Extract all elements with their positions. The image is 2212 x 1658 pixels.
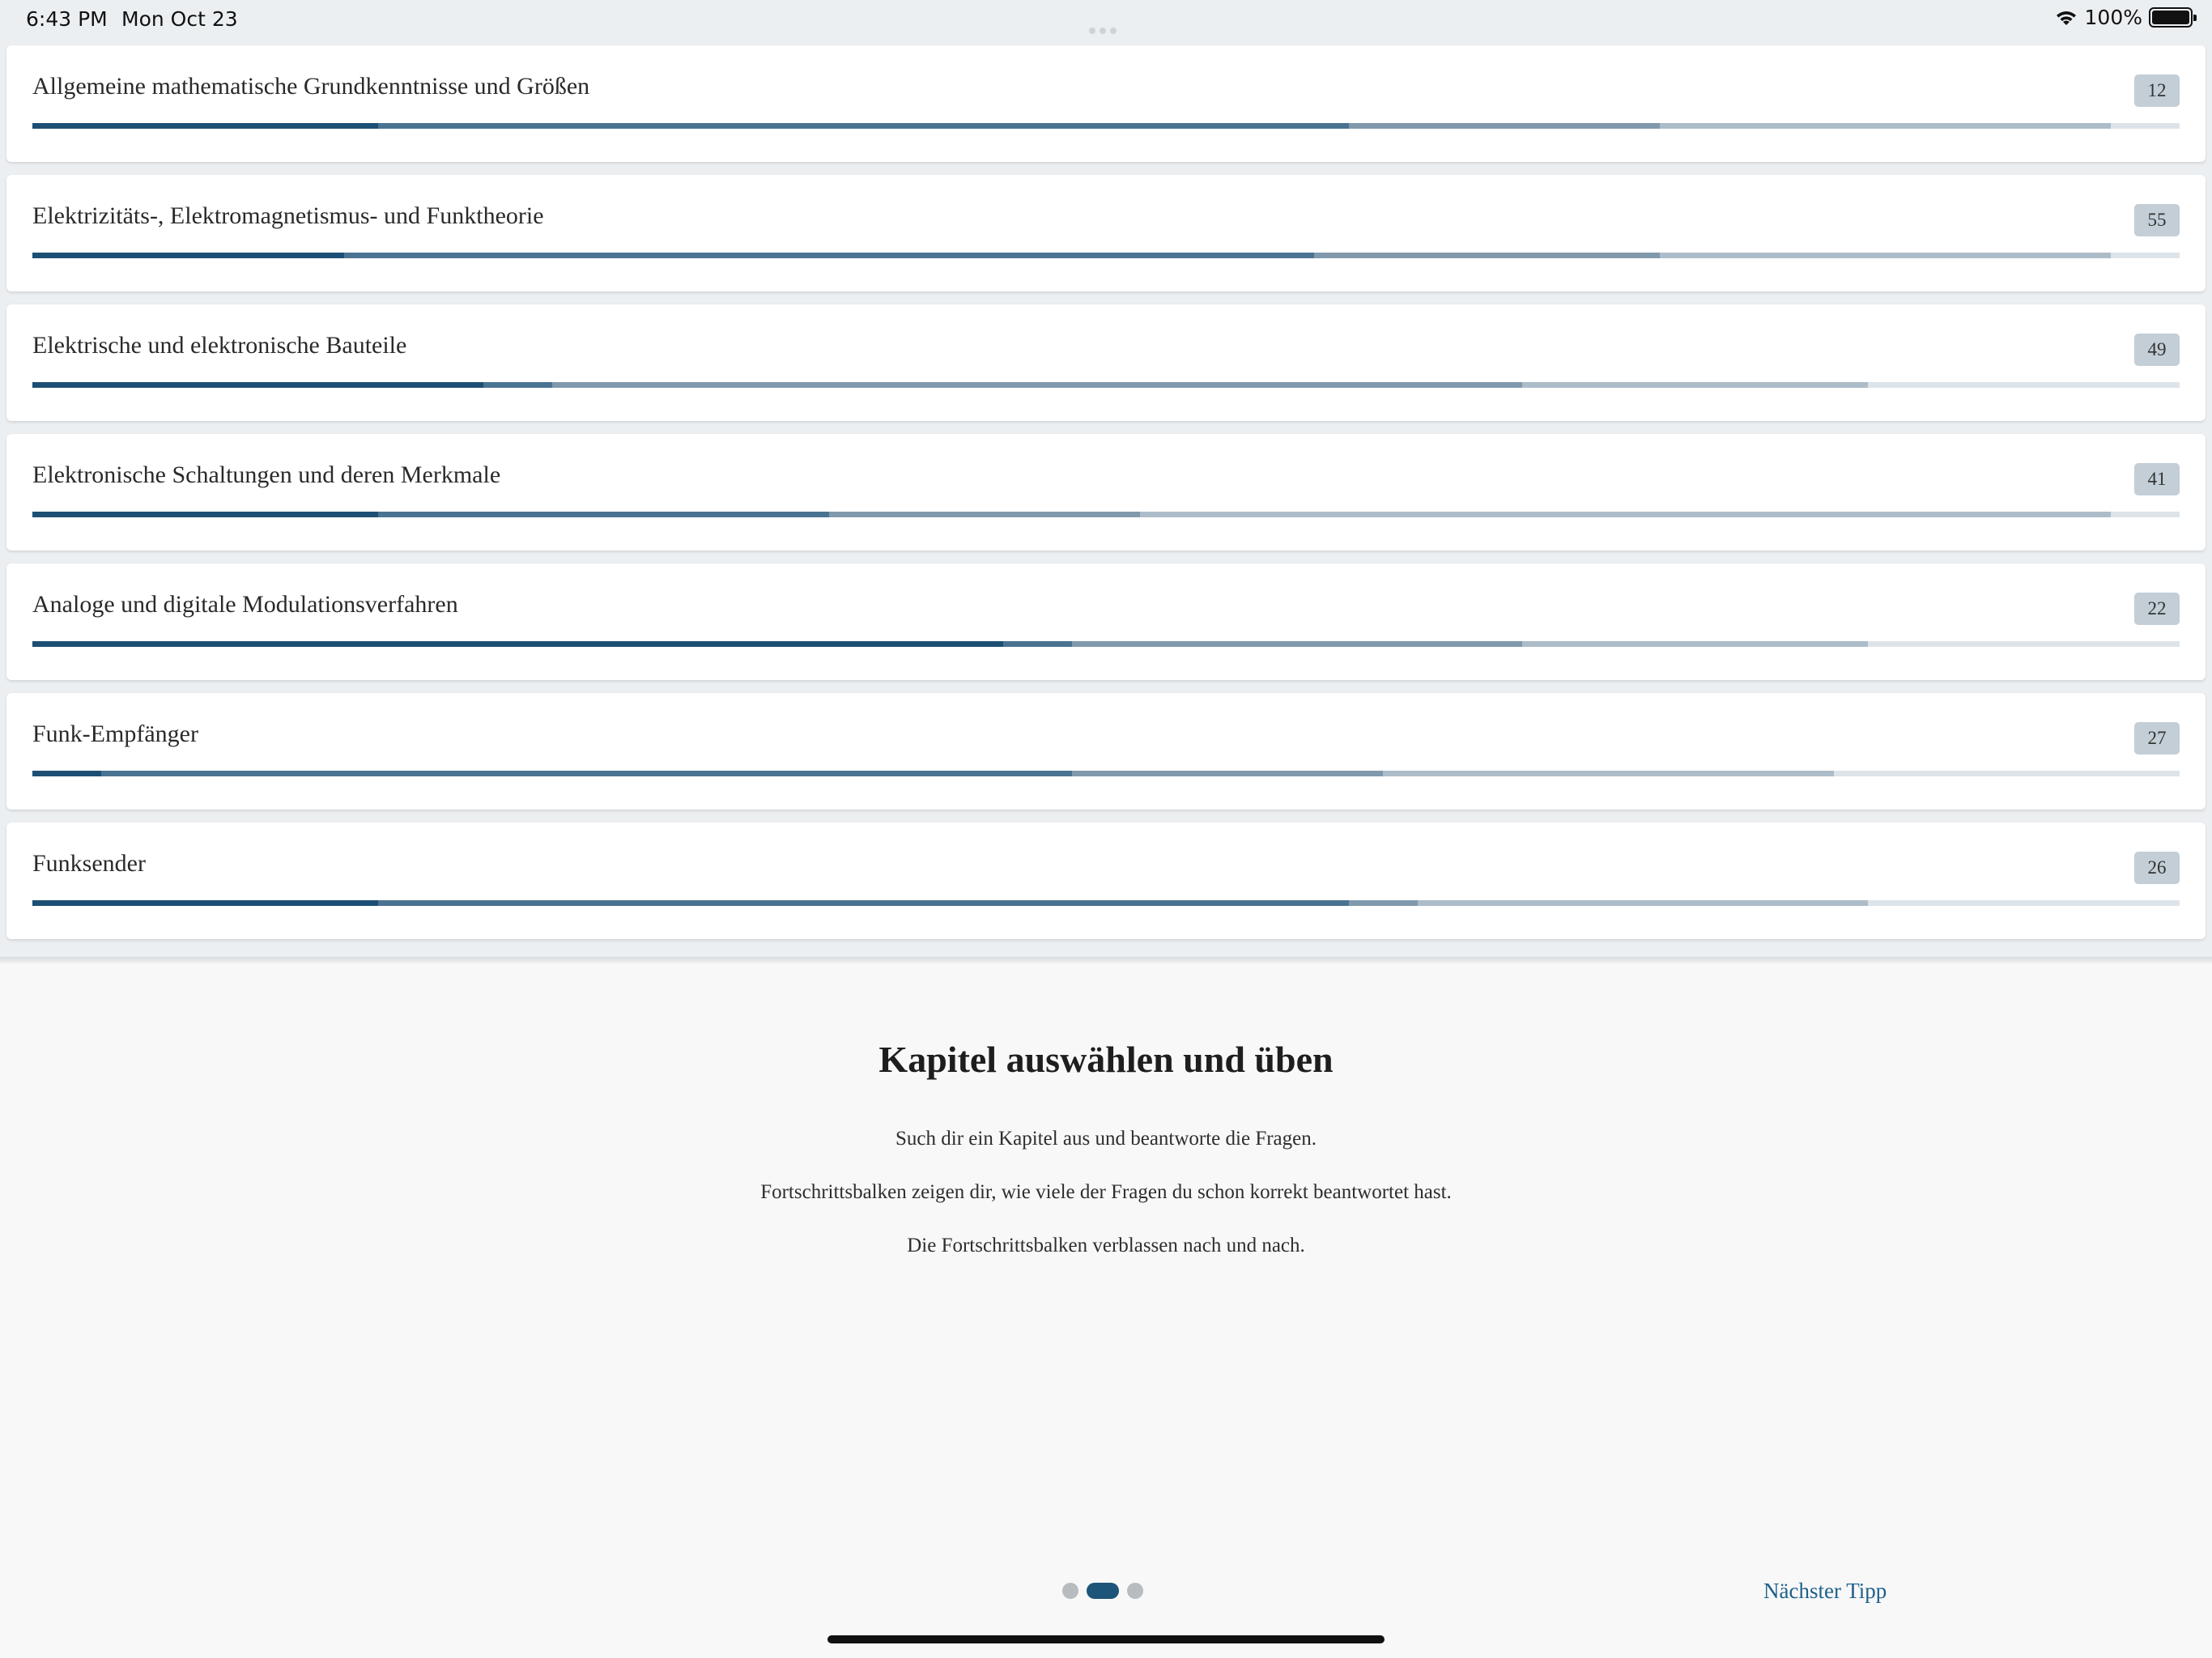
chapter-title: Allgemeine mathematische Grundkenntnisse… bbox=[32, 73, 590, 100]
progress-segment bbox=[1314, 253, 1661, 258]
question-count-badge: 55 bbox=[2134, 204, 2180, 236]
chapter-title: Elektrizitäts-, Elektromagnetismus- und … bbox=[32, 202, 544, 229]
progress-segment bbox=[100, 771, 1072, 776]
next-tip-button[interactable]: Nächster Tipp bbox=[1763, 1579, 1887, 1604]
status-time: 6:43 PM bbox=[26, 7, 108, 31]
progress-segment bbox=[483, 382, 552, 388]
multitasking-grabber[interactable] bbox=[1089, 15, 1123, 34]
progress-segment bbox=[32, 382, 483, 388]
question-count-badge: 41 bbox=[2134, 463, 2180, 495]
chapter-card[interactable]: Funksender 26 bbox=[6, 823, 2206, 939]
progress-segment bbox=[1348, 900, 1418, 906]
question-count-badge: 49 bbox=[2134, 334, 2180, 366]
chapter-title: Funk-Empfänger bbox=[32, 721, 198, 747]
tip-line-1: Such dir ein Kapitel aus und beantworte … bbox=[895, 1128, 1317, 1150]
progress-segment bbox=[32, 641, 1003, 647]
progress-segment bbox=[1071, 641, 1523, 647]
progress-segment bbox=[377, 512, 829, 517]
progress-segment bbox=[343, 253, 1315, 258]
chapter-title: Elektrische und elektronische Bauteile bbox=[32, 332, 407, 359]
progress-segment bbox=[828, 512, 1141, 517]
progress-segment bbox=[1868, 900, 2180, 906]
page-dot[interactable] bbox=[1127, 1583, 1143, 1599]
progress-segment bbox=[1834, 771, 2180, 776]
chapter-card[interactable]: Elektronische Schaltungen und deren Merk… bbox=[6, 434, 2206, 551]
progress-segment bbox=[1383, 771, 1834, 776]
home-indicator[interactable] bbox=[827, 1635, 1385, 1643]
progress-segment bbox=[32, 123, 378, 129]
page-dot[interactable] bbox=[1087, 1583, 1119, 1599]
progress-segment bbox=[1660, 123, 2112, 129]
status-bar: 6:43 PM Mon Oct 23 100% bbox=[0, 0, 2212, 39]
progress-segment bbox=[32, 771, 101, 776]
chapter-title: Funksender bbox=[32, 850, 146, 877]
progress-segment bbox=[377, 900, 1349, 906]
battery-percentage: 100% bbox=[2084, 6, 2142, 29]
question-count-badge: 26 bbox=[2134, 852, 2180, 884]
progress-segment bbox=[2111, 512, 2180, 517]
progress-segment bbox=[32, 253, 344, 258]
page-dot[interactable] bbox=[1062, 1583, 1078, 1599]
tip-line-3: Die Fortschrittsbalken verblassen nach u… bbox=[907, 1235, 1305, 1256]
status-date: Mon Oct 23 bbox=[121, 7, 238, 31]
chapter-progress-bar bbox=[32, 771, 2180, 776]
progress-segment bbox=[1522, 641, 1869, 647]
chapter-progress-bar bbox=[32, 641, 2180, 647]
chapter-card[interactable]: Elektrizitäts-, Elektromagnetismus- und … bbox=[6, 175, 2206, 291]
progress-segment bbox=[551, 382, 1523, 388]
chapter-title: Elektronische Schaltungen und deren Merk… bbox=[32, 461, 501, 488]
chapter-progress-bar bbox=[32, 123, 2180, 129]
progress-segment bbox=[1868, 641, 2180, 647]
progress-segment bbox=[1348, 123, 1661, 129]
chapter-card[interactable]: Allgemeine mathematische Grundkenntnisse… bbox=[6, 45, 2206, 162]
progress-segment bbox=[2111, 123, 2180, 129]
tip-title: Kapitel auswählen und üben bbox=[878, 1039, 1334, 1080]
chapter-title: Analoge und digitale Modulationsverfahre… bbox=[32, 591, 458, 618]
progress-segment bbox=[1071, 771, 1384, 776]
progress-segment bbox=[1868, 382, 2180, 388]
question-count-badge: 27 bbox=[2134, 722, 2180, 755]
progress-segment bbox=[1140, 512, 2112, 517]
tip-line-2: Fortschrittsbalken zeigen dir, wie viele… bbox=[760, 1181, 1452, 1203]
chapter-progress-bar bbox=[32, 900, 2180, 906]
progress-segment bbox=[1660, 253, 2112, 258]
chapter-progress-bar bbox=[32, 382, 2180, 388]
page-indicator[interactable] bbox=[1062, 1583, 1143, 1599]
chapter-progress-bar bbox=[32, 253, 2180, 258]
question-count-badge: 22 bbox=[2134, 593, 2180, 625]
battery-icon bbox=[2149, 7, 2197, 28]
progress-segment bbox=[2111, 253, 2180, 258]
chapter-card[interactable]: Analoge und digitale Modulationsverfahre… bbox=[6, 563, 2206, 680]
chapter-list: Allgemeine mathematische Grundkenntnisse… bbox=[6, 45, 2206, 952]
progress-segment bbox=[1417, 900, 1869, 906]
chapter-card[interactable]: Funk-Empfänger 27 bbox=[6, 693, 2206, 810]
question-count-badge: 12 bbox=[2134, 74, 2180, 107]
progress-segment bbox=[32, 512, 378, 517]
wifi-icon bbox=[2056, 11, 2076, 25]
progress-segment bbox=[1002, 641, 1072, 647]
chapter-progress-bar bbox=[32, 512, 2180, 517]
progress-segment bbox=[1522, 382, 1869, 388]
chapter-card[interactable]: Elektrische und elektronische Bauteile 49 bbox=[6, 304, 2206, 421]
progress-segment bbox=[32, 900, 378, 906]
progress-segment bbox=[377, 123, 1349, 129]
